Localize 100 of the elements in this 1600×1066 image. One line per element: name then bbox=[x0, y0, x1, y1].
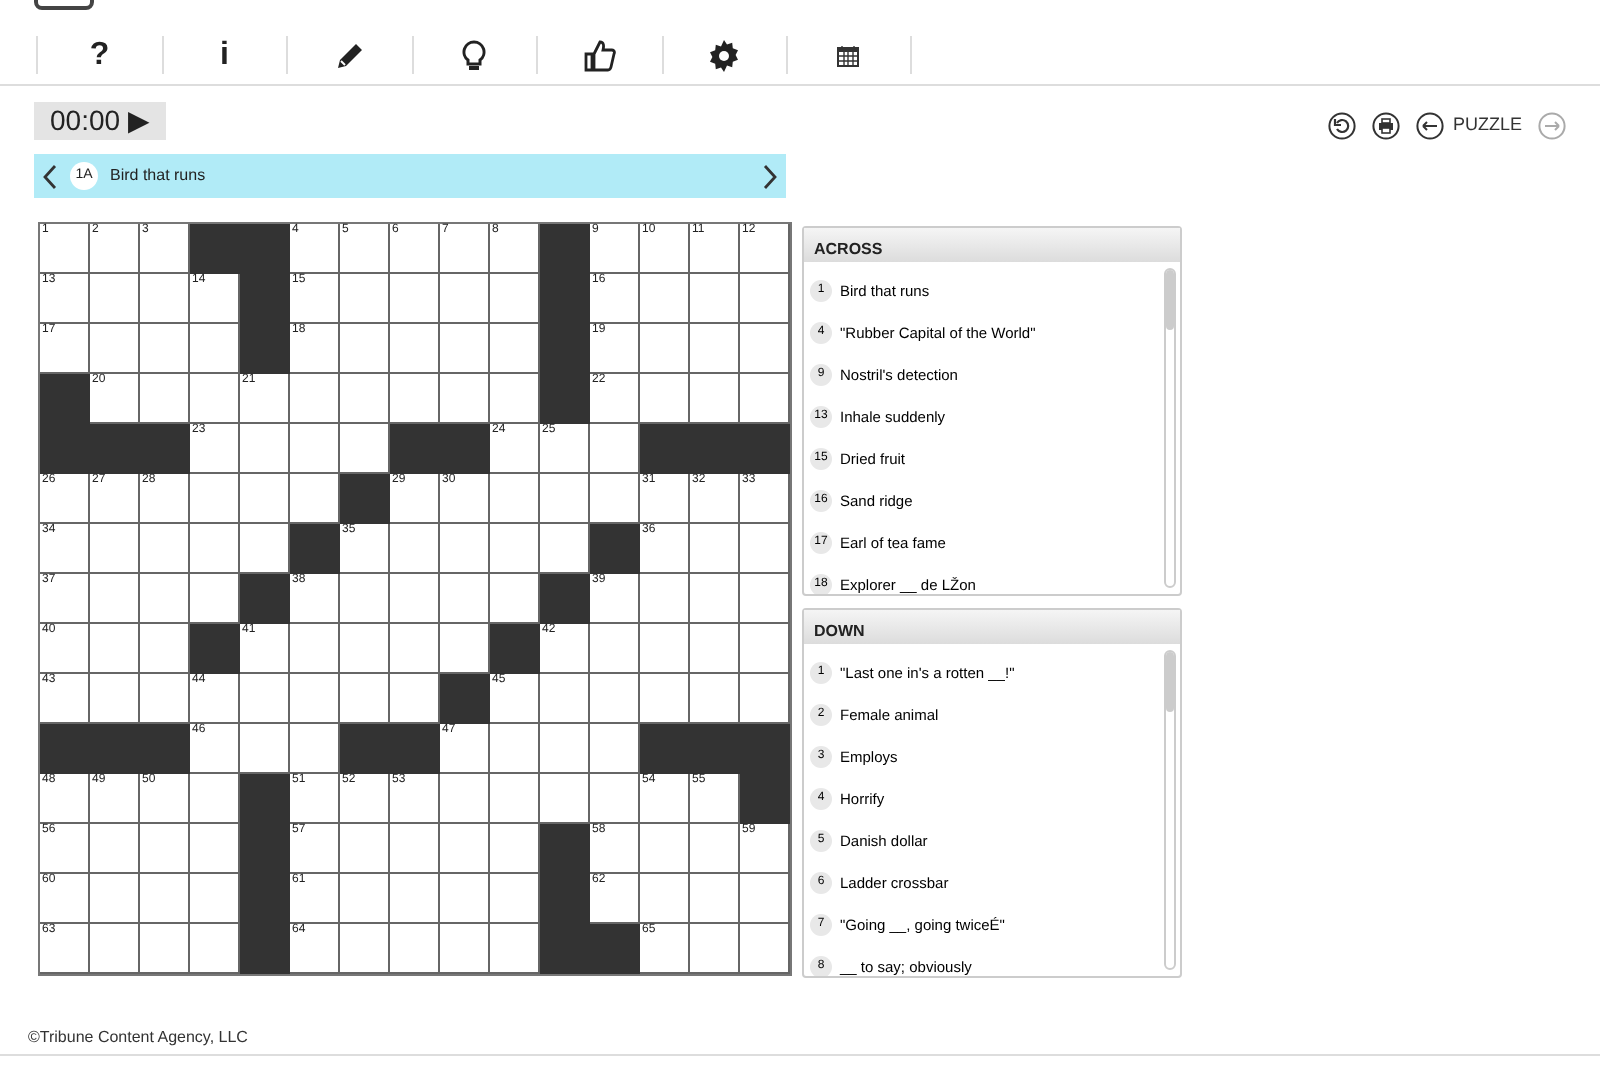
grid-cell[interactable] bbox=[740, 324, 790, 374]
grid-cell[interactable] bbox=[690, 524, 740, 574]
grid-cell[interactable] bbox=[240, 724, 290, 774]
grid-cell[interactable] bbox=[640, 374, 690, 424]
grid-cell[interactable] bbox=[690, 574, 740, 624]
grid-cell[interactable] bbox=[240, 674, 290, 724]
grid-cell[interactable] bbox=[90, 824, 140, 874]
grid-cell[interactable] bbox=[740, 574, 790, 624]
grid-cell[interactable] bbox=[390, 524, 440, 574]
grid-cell[interactable] bbox=[440, 874, 490, 924]
scrollbar-thumb[interactable] bbox=[1166, 270, 1174, 330]
grid-cell[interactable] bbox=[640, 324, 690, 374]
grid-cell[interactable] bbox=[90, 274, 140, 324]
grid-cell[interactable] bbox=[190, 374, 240, 424]
grid-cell[interactable] bbox=[140, 924, 190, 974]
grid-cell[interactable] bbox=[440, 774, 490, 824]
grid-cell[interactable] bbox=[640, 824, 690, 874]
grid-cell[interactable] bbox=[140, 874, 190, 924]
grid-cell[interactable] bbox=[190, 524, 240, 574]
grid-cell[interactable] bbox=[340, 574, 390, 624]
grid-cell[interactable] bbox=[390, 824, 440, 874]
lightbulb-icon[interactable] bbox=[462, 39, 487, 71]
grid-cell[interactable] bbox=[490, 824, 540, 874]
grid-cell[interactable] bbox=[540, 774, 590, 824]
grid-cell[interactable] bbox=[240, 474, 290, 524]
grid-cell[interactable] bbox=[540, 474, 590, 524]
grid-cell[interactable] bbox=[490, 924, 540, 974]
grid-cell[interactable] bbox=[290, 674, 340, 724]
grid-cell[interactable] bbox=[240, 424, 290, 474]
grid-cell[interactable] bbox=[340, 274, 390, 324]
grid-cell[interactable] bbox=[90, 874, 140, 924]
grid-cell[interactable] bbox=[390, 874, 440, 924]
grid-cell[interactable] bbox=[490, 774, 540, 824]
grid-cell[interactable] bbox=[290, 424, 340, 474]
grid-cell[interactable] bbox=[440, 574, 490, 624]
grid-cell[interactable] bbox=[490, 574, 540, 624]
undo-icon[interactable] bbox=[1328, 112, 1357, 140]
grid-cell[interactable] bbox=[690, 374, 740, 424]
grid-cell[interactable] bbox=[590, 774, 640, 824]
grid-cell[interactable] bbox=[140, 274, 190, 324]
grid-cell[interactable] bbox=[440, 274, 490, 324]
grid-cell[interactable] bbox=[140, 624, 190, 674]
grid-cell[interactable] bbox=[440, 924, 490, 974]
grid-cell[interactable] bbox=[190, 324, 240, 374]
grid-cell[interactable] bbox=[490, 874, 540, 924]
grid-cell[interactable] bbox=[390, 924, 440, 974]
grid-cell[interactable] bbox=[740, 374, 790, 424]
chevron-right-icon[interactable] bbox=[762, 163, 778, 189]
grid-cell[interactable] bbox=[590, 724, 640, 774]
grid-cell[interactable] bbox=[140, 674, 190, 724]
grid-cell[interactable] bbox=[440, 824, 490, 874]
grid-cell[interactable] bbox=[140, 524, 190, 574]
grid-cell[interactable] bbox=[640, 624, 690, 674]
grid-cell[interactable] bbox=[390, 574, 440, 624]
grid-cell[interactable] bbox=[90, 324, 140, 374]
grid-cell[interactable] bbox=[340, 374, 390, 424]
grid-cell[interactable] bbox=[390, 624, 440, 674]
scrollbar-thumb[interactable] bbox=[1166, 652, 1174, 712]
grid-cell[interactable] bbox=[590, 424, 640, 474]
grid-cell[interactable] bbox=[290, 474, 340, 524]
grid-cell[interactable] bbox=[590, 624, 640, 674]
grid-cell[interactable] bbox=[190, 924, 240, 974]
grid-cell[interactable] bbox=[290, 374, 340, 424]
grid-cell[interactable] bbox=[90, 624, 140, 674]
pencil-icon[interactable] bbox=[333, 39, 366, 71]
grid-cell[interactable] bbox=[490, 724, 540, 774]
grid-cell[interactable] bbox=[140, 324, 190, 374]
grid-cell[interactable] bbox=[440, 324, 490, 374]
timer-button[interactable]: 00:00 ▶ bbox=[34, 102, 166, 140]
previous-puzzle-button[interactable]: PUZZLE bbox=[1416, 112, 1522, 140]
grid-cell[interactable] bbox=[190, 824, 240, 874]
grid-cell[interactable] bbox=[740, 874, 790, 924]
grid-cell[interactable] bbox=[740, 674, 790, 724]
chevron-left-icon[interactable] bbox=[42, 163, 58, 189]
grid-cell[interactable] bbox=[490, 524, 540, 574]
grid-cell[interactable] bbox=[90, 674, 140, 724]
gear-icon[interactable] bbox=[708, 39, 741, 71]
grid-cell[interactable] bbox=[690, 324, 740, 374]
grid-cell[interactable] bbox=[440, 524, 490, 574]
grid-cell[interactable] bbox=[340, 624, 390, 674]
grid-cell[interactable] bbox=[690, 874, 740, 924]
grid-cell[interactable] bbox=[640, 874, 690, 924]
grid-cell[interactable] bbox=[740, 524, 790, 574]
grid-cell[interactable] bbox=[640, 574, 690, 624]
grid-cell[interactable] bbox=[190, 574, 240, 624]
grid-cell[interactable] bbox=[390, 674, 440, 724]
grid-cell[interactable] bbox=[490, 374, 540, 424]
grid-cell[interactable] bbox=[640, 274, 690, 324]
grid-cell[interactable] bbox=[340, 324, 390, 374]
grid-cell[interactable] bbox=[140, 824, 190, 874]
grid-cell[interactable] bbox=[90, 924, 140, 974]
grid-cell[interactable] bbox=[290, 724, 340, 774]
calendar-icon[interactable] bbox=[836, 43, 861, 67]
grid-cell[interactable] bbox=[190, 874, 240, 924]
grid-cell[interactable] bbox=[740, 274, 790, 324]
grid-cell[interactable] bbox=[540, 724, 590, 774]
grid-cell[interactable] bbox=[340, 824, 390, 874]
grid-cell[interactable] bbox=[190, 474, 240, 524]
grid-cell[interactable] bbox=[290, 624, 340, 674]
grid-cell[interactable] bbox=[340, 674, 390, 724]
